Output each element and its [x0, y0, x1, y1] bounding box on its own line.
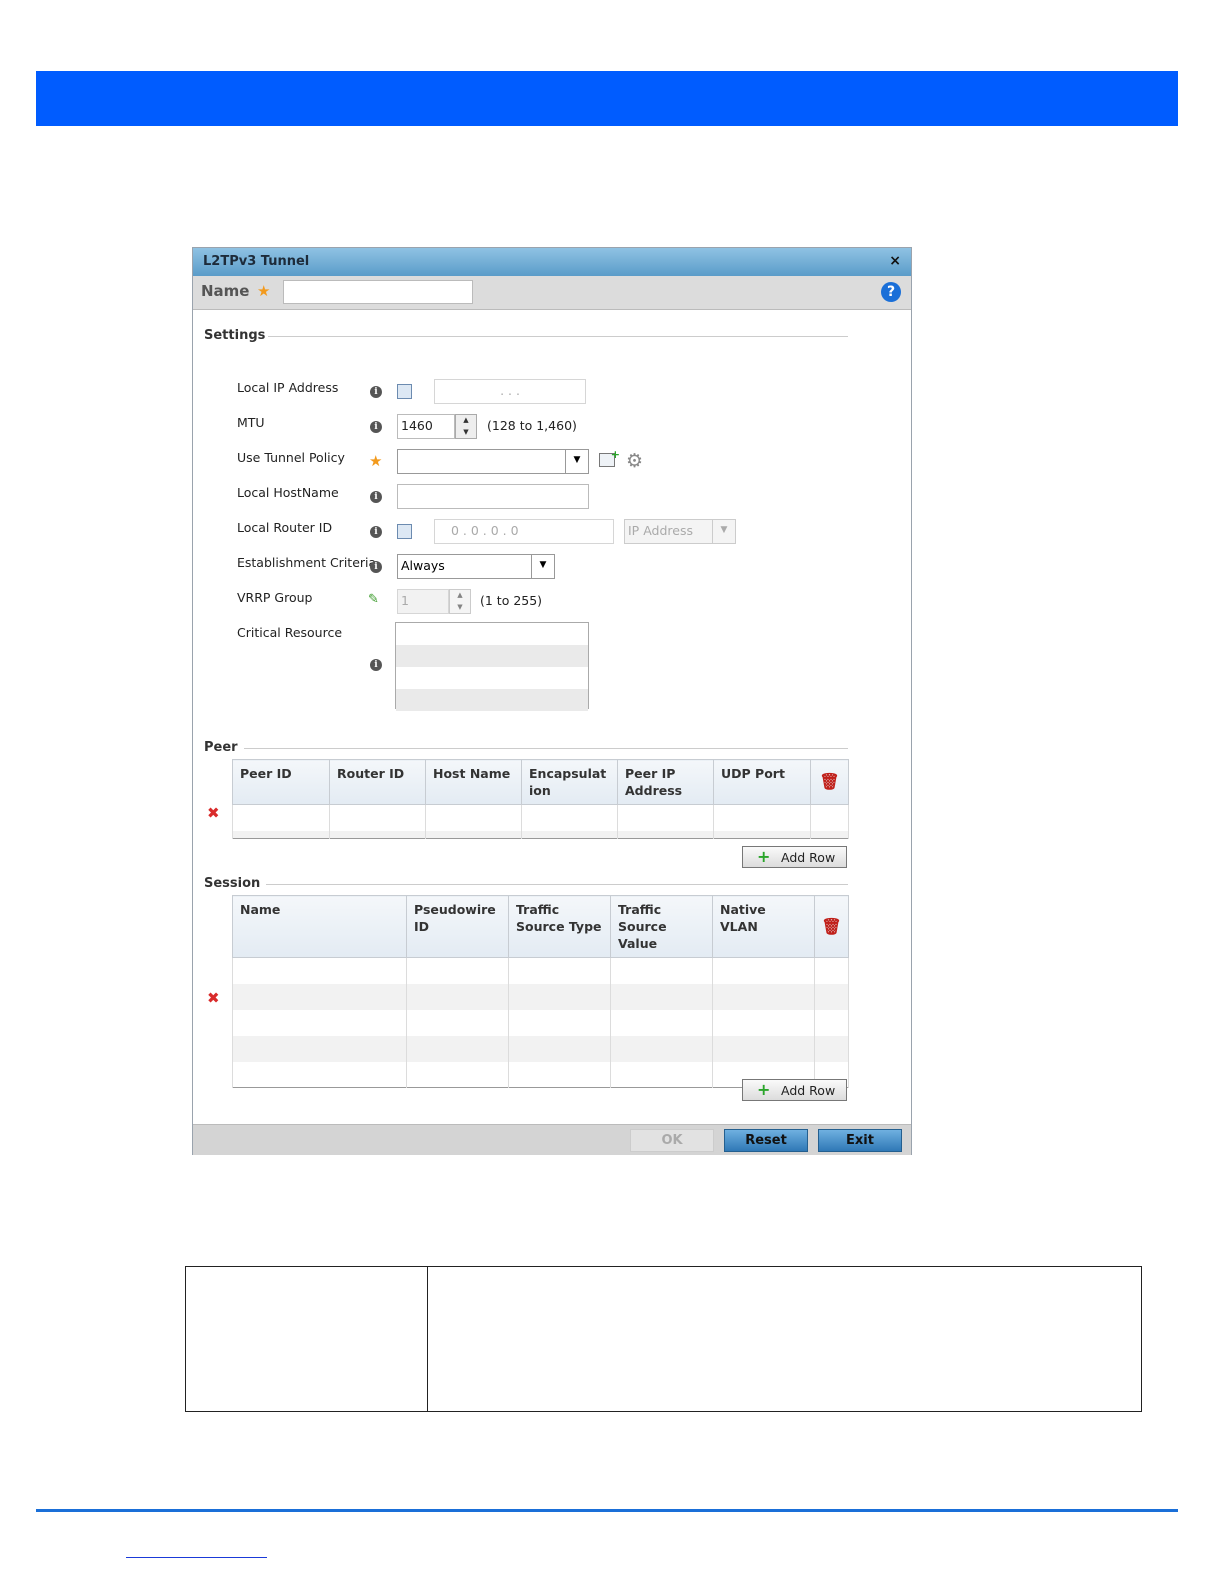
chevron-down-icon: ▼ — [565, 450, 588, 473]
name-input[interactable] — [283, 280, 473, 304]
establishment-label: Establishment Criteria — [237, 555, 377, 570]
name-bar: Name ★ ? — [193, 276, 911, 310]
table-row[interactable] — [232, 1009, 849, 1036]
col-native-vlan[interactable]: Native VLAN — [712, 895, 815, 958]
col-pseudowire-id[interactable]: Pseudowire ID — [406, 895, 509, 958]
exit-button[interactable]: Exit — [818, 1129, 902, 1152]
table-divider — [427, 1267, 428, 1411]
table-row[interactable] — [232, 1035, 849, 1062]
delete-row-icon[interactable]: ✖ — [207, 804, 220, 822]
description-table — [185, 1266, 1142, 1412]
name-label: Name — [201, 282, 250, 300]
trash-icon[interactable]: 🗑 — [819, 772, 839, 791]
col-encapsulation[interactable]: Encapsulation — [521, 759, 618, 805]
peer-divider — [244, 748, 848, 749]
plus-icon: + — [757, 1080, 771, 1099]
table-row[interactable] — [232, 830, 849, 839]
col-peer-id[interactable]: Peer ID — [232, 759, 330, 805]
peer-table: Peer ID Router ID Host Name Encapsulatio… — [232, 759, 849, 839]
dialog-titlebar: L2TPv3 Tunnel × — [193, 248, 911, 276]
list-item[interactable] — [396, 667, 588, 689]
col-router-id[interactable]: Router ID — [329, 759, 426, 805]
mtu-input[interactable]: 1460 — [397, 414, 455, 439]
required-star-icon: ★ — [257, 282, 271, 300]
help-icon[interactable]: ? — [881, 282, 901, 302]
router-id-checkbox[interactable] — [397, 524, 412, 539]
col-host-name[interactable]: Host Name — [425, 759, 522, 805]
local-ip-label: Local IP Address — [237, 380, 339, 395]
list-item[interactable] — [396, 623, 588, 645]
establishment-value: Always — [401, 558, 445, 573]
info-icon: i — [370, 561, 382, 573]
critical-resource-label: Critical Resource — [237, 625, 343, 640]
info-icon: i — [370, 491, 382, 503]
list-item[interactable] — [396, 689, 588, 711]
local-hostname-input[interactable] — [397, 484, 589, 509]
info-icon: i — [370, 421, 382, 433]
peer-section-title: Peer — [204, 740, 238, 755]
local-ip-input[interactable]: . . . — [434, 379, 586, 404]
pencil-icon[interactable]: ✎ — [368, 592, 379, 607]
required-star-icon: ★ — [369, 452, 383, 470]
tunnel-policy-select[interactable]: ▼ — [397, 449, 589, 474]
mtu-stepper[interactable]: ▲ ▼ — [455, 414, 477, 439]
ok-button[interactable]: OK — [630, 1129, 714, 1152]
vrrp-range-hint: (1 to 255) — [480, 593, 543, 608]
router-id-type-select[interactable]: IP Address ▼ — [624, 519, 736, 544]
vrrp-label: VRRP Group — [237, 590, 313, 605]
establishment-select[interactable]: Always ▼ — [397, 554, 555, 579]
info-icon: i — [370, 386, 382, 398]
close-icon[interactable]: × — [889, 253, 901, 269]
local-ip-checkbox[interactable] — [397, 384, 412, 399]
col-udp-port[interactable]: UDP Port — [713, 759, 811, 805]
page-header-bar — [36, 71, 1178, 126]
session-table: Name Pseudowire ID Traffic Source Type T… — [232, 895, 849, 1088]
router-id-label: Local Router ID — [237, 520, 333, 535]
info-icon: i — [370, 659, 382, 671]
col-peer-ip-address[interactable]: Peer IP Address — [617, 759, 714, 805]
chevron-down-icon: ▼ — [712, 520, 735, 543]
col-name[interactable]: Name — [232, 895, 407, 958]
gear-icon[interactable]: ⚙ — [626, 450, 643, 472]
session-section-title: Session — [204, 876, 261, 891]
col-traffic-source-value[interactable]: Traffic Source Value — [610, 895, 713, 958]
reset-button[interactable]: Reset — [724, 1129, 808, 1152]
session-divider — [266, 884, 848, 885]
mtu-label: MTU — [237, 415, 265, 430]
peer-add-row-button[interactable]: + Add Row — [742, 846, 847, 868]
critical-resource-list[interactable] — [395, 622, 589, 711]
dialog-title: L2TPv3 Tunnel — [203, 254, 310, 269]
mtu-range-hint: (128 to 1,460) — [487, 418, 577, 433]
dialog-footer: OK Reset Exit — [193, 1124, 911, 1155]
delete-row-icon[interactable]: ✖ — [207, 989, 220, 1007]
router-id-input[interactable]: 0 . 0 . 0 . 0 — [434, 519, 614, 544]
vrrp-stepper[interactable]: ▲ ▼ — [449, 589, 471, 614]
table-row[interactable] — [232, 804, 849, 831]
list-item[interactable] — [396, 645, 588, 667]
router-id-type-value: IP Address — [628, 523, 693, 538]
footer-link-underline — [126, 1557, 267, 1558]
col-traffic-source-type[interactable]: Traffic Source Type — [508, 895, 611, 958]
chevron-down-icon: ▼ — [531, 555, 554, 578]
session-add-row-button[interactable]: + Add Row — [742, 1079, 847, 1101]
trash-icon[interactable]: 🗑 — [821, 917, 841, 936]
vrrp-input[interactable]: 1 — [397, 589, 449, 614]
create-policy-icon[interactable]: + — [599, 448, 620, 467]
table-row[interactable] — [232, 983, 849, 1010]
l2tpv3-tunnel-dialog: L2TPv3 Tunnel × Name ★ ? Settings Local … — [192, 247, 912, 1155]
local-hostname-label: Local HostName — [237, 485, 339, 500]
info-icon: i — [370, 526, 382, 538]
footer-rule — [36, 1509, 1178, 1512]
tunnel-policy-label: Use Tunnel Policy — [237, 450, 345, 465]
settings-section-title: Settings — [204, 328, 266, 343]
settings-divider — [268, 336, 848, 337]
table-row[interactable] — [232, 957, 849, 984]
plus-icon: + — [757, 847, 771, 866]
